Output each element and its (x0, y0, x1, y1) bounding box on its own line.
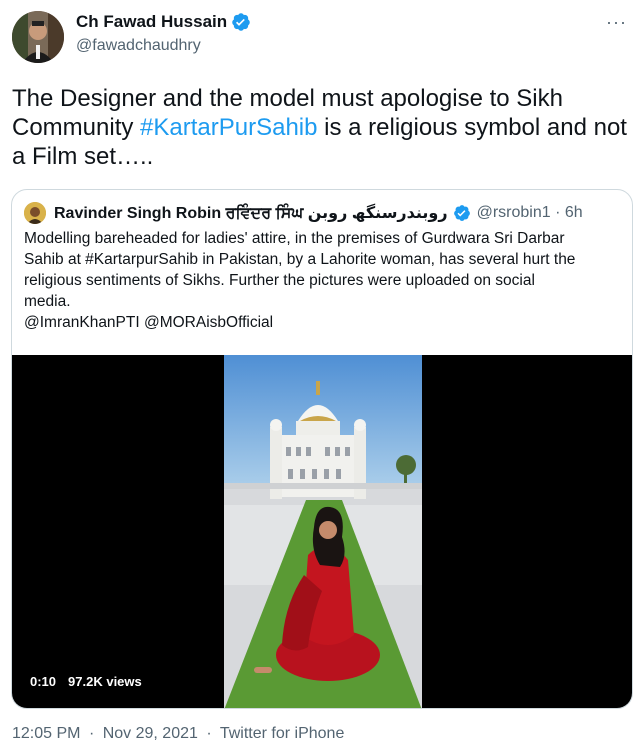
verified-badge-icon (231, 12, 251, 32)
verified-badge-icon (453, 204, 471, 222)
tweet-time[interactable]: 12:05 PM (12, 725, 80, 742)
quoted-tweet[interactable]: Ravinder Singh Robin ਰਵਿੰਦਰ ਸਿੰਘ روبندرس… (11, 189, 633, 709)
author-name-row: Ch Fawad Hussain (76, 12, 251, 32)
quoted-text-line: Sahib at #KartarpurSahib in Pakistan, by… (24, 251, 576, 268)
quoted-header: Ravinder Singh Robin ਰਵਿੰਦਰ ਸਿੰਘ روبندرس… (24, 202, 583, 224)
video-duration: 0:10 (30, 674, 57, 689)
meta-separator: · (206, 725, 212, 742)
meta-separator: · (88, 725, 95, 742)
quoted-text-line: Modelling bareheaded for ladies' attire,… (24, 230, 565, 247)
quoted-mentions[interactable]: @ImranKhanPTI @MORAisbOfficial (24, 312, 624, 333)
author-handle[interactable]: @fawadchaudhry (76, 37, 201, 55)
video-views: 97.2K views (68, 674, 142, 689)
tweet-text: The Designer and the model must apologis… (12, 84, 628, 171)
video-player[interactable]: 0:10 97.2K views (12, 355, 632, 708)
quoted-handle-time[interactable]: @rsrobin1 · 6h (477, 204, 583, 222)
hashtag-link[interactable]: #KartarPurSahib (140, 114, 317, 141)
video-stats-badge: 0:10 97.2K views (22, 670, 150, 693)
more-options-icon[interactable]: ··· (606, 12, 627, 33)
tweet-meta: 12:05 PM · Nov 29, 2021 · Twitter for iP… (12, 725, 348, 743)
author-avatar[interactable] (12, 11, 64, 63)
quoted-avatar (24, 202, 46, 224)
author-name[interactable]: Ch Fawad Hussain (76, 12, 227, 32)
video-frame-image (224, 355, 422, 708)
quoted-text-line: media. (24, 293, 71, 310)
quoted-author-name[interactable]: Ravinder Singh Robin ਰਵਿੰਦਰ ਸਿੰਘ روبندرس… (54, 203, 448, 223)
tweet-source[interactable]: Twitter for iPhone (220, 725, 345, 742)
quoted-text-line: religious sentiments of Sikhs. Further t… (24, 272, 535, 289)
quoted-text: Modelling bareheaded for ladies' attire,… (24, 228, 624, 333)
tweet-date[interactable]: Nov 29, 2021 (103, 725, 198, 742)
